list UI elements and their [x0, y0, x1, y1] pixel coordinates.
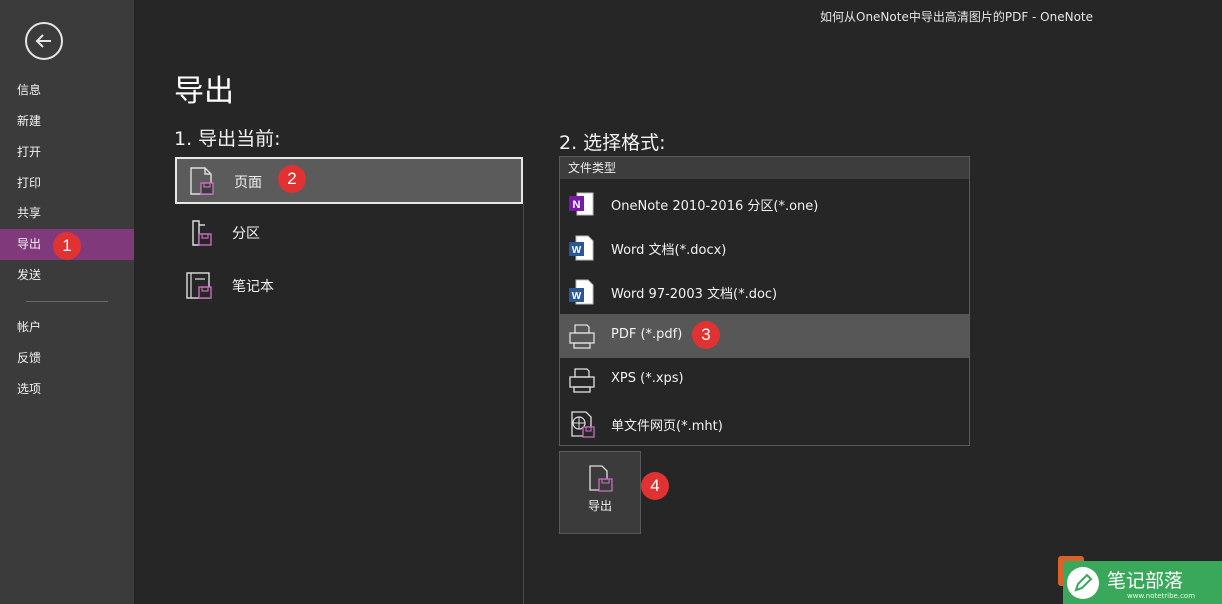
scope-section-label: 分区 — [232, 226, 260, 242]
nav-share[interactable]: 共享 — [0, 198, 134, 229]
back-button[interactable] — [25, 22, 63, 60]
format-onenote[interactable]: N OneNote 2010-2016 分区(*.one) — [560, 182, 969, 226]
format-docx-label: Word 文档(*.docx) — [611, 243, 727, 258]
svg-text:W: W — [572, 291, 582, 302]
nav-options[interactable]: 选项 — [0, 374, 134, 405]
format-pdf[interactable]: PDF (*.pdf) — [560, 314, 969, 358]
window-title: 如何从OneNote中导出高清图片的PDF - OneNote — [820, 10, 1094, 24]
format-mht-label: 单文件网页(*.mht) — [611, 419, 723, 434]
format-xps[interactable]: XPS (*.xps) — [560, 358, 969, 402]
xps-printer-icon — [569, 368, 595, 393]
nav-separator — [26, 301, 108, 302]
format-doc[interactable]: W Word 97-2003 文档(*.doc) — [560, 270, 969, 314]
format-xps-label: XPS (*.xps) — [611, 371, 684, 386]
nav-info[interactable]: 信息 — [0, 75, 134, 106]
step-badge-3: 3 — [692, 321, 720, 349]
watermark-text: 笔记部落 — [1107, 570, 1184, 592]
scope-heading: 1. 导出当前: — [174, 128, 281, 150]
nav-account[interactable]: 帐户 — [0, 312, 134, 343]
nav-open[interactable]: 打开 — [0, 137, 134, 168]
scope-section[interactable]: 分区 — [175, 210, 523, 257]
scope-page-label: 页面 — [234, 175, 262, 191]
export-save-icon — [589, 465, 613, 492]
scope-notebook-label: 笔记本 — [232, 279, 274, 295]
watermark-url: www.notetribe.com — [1127, 592, 1196, 600]
pdf-printer-icon — [569, 324, 595, 349]
pen-logo-icon — [1067, 567, 1099, 599]
export-button-label: 导出 — [587, 499, 612, 513]
web-page-icon — [571, 411, 595, 438]
format-mht[interactable]: 单文件网页(*.mht) — [560, 402, 969, 446]
scope-notebook[interactable]: 笔记本 — [175, 263, 523, 310]
step-badge-1: 1 — [53, 232, 81, 260]
svg-text:W: W — [572, 245, 582, 256]
section-export-icon — [192, 220, 212, 246]
page-export-icon — [190, 167, 214, 195]
notebook-export-icon — [186, 272, 212, 299]
backstage-sidebar: 信息 新建 打开 打印 共享 导出 发送 帐户 反馈 选项 — [0, 0, 134, 604]
nav-print[interactable]: 打印 — [0, 168, 134, 199]
format-list-header: 文件类型 — [560, 157, 969, 179]
onenote-icon: N — [569, 192, 594, 216]
back-arrow-icon — [35, 34, 51, 48]
format-list: 文件类型 N OneNote 2010-2016 分区(*.one) W Wor… — [559, 156, 970, 446]
page-title: 导出 — [174, 74, 234, 109]
step-badge-4: 4 — [641, 472, 669, 500]
nav-feedback[interactable]: 反馈 — [0, 343, 134, 374]
watermark: 笔记部落 www.notetribe.com — [1063, 561, 1222, 604]
export-button[interactable]: 导出 — [559, 451, 641, 534]
format-doc-label: Word 97-2003 文档(*.doc) — [611, 287, 778, 302]
nav-send[interactable]: 发送 — [0, 260, 134, 291]
word-icon: W — [569, 235, 594, 261]
svg-text:N: N — [573, 199, 581, 211]
format-onenote-label: OneNote 2010-2016 分区(*.one) — [611, 199, 819, 214]
scope-page[interactable]: 页面 — [175, 157, 523, 204]
format-heading: 2. 选择格式: — [559, 132, 666, 154]
nav-new[interactable]: 新建 — [0, 106, 134, 137]
format-docx[interactable]: W Word 文档(*.docx) — [560, 226, 969, 270]
column-divider — [523, 204, 524, 604]
word-icon: W — [569, 279, 594, 305]
format-pdf-label: PDF (*.pdf) — [611, 327, 683, 342]
step-badge-2: 2 — [278, 165, 306, 193]
